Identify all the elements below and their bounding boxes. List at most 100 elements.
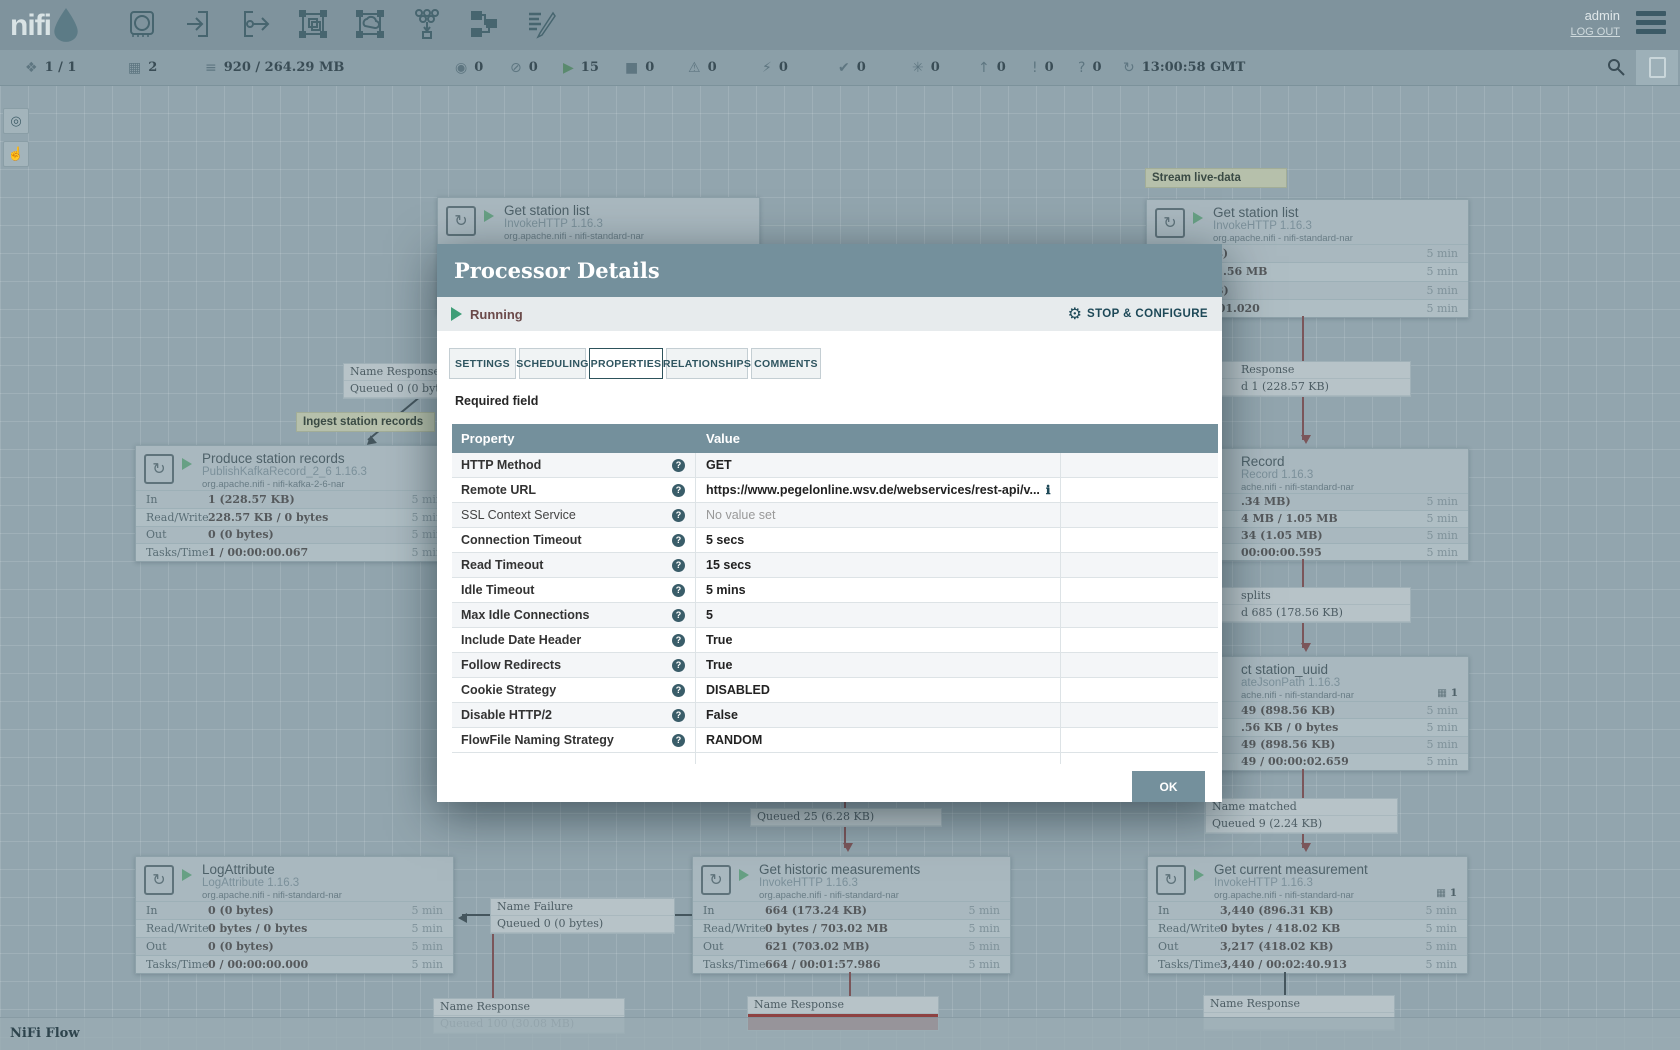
input-port-icon[interactable] [182, 7, 216, 41]
connection-label-splits[interactable]: splits d 685 (178.56 KB) [1208, 587, 1411, 623]
processor-log-attribute[interactable]: ↻ LogAttribute LogAttribute 1.16.3 org.a… [135, 856, 454, 974]
connection-queued: Queued 25 (6.28 KB) [751, 809, 941, 826]
processor-stat-row: .56 KB / 0 bytes5 min [1209, 718, 1468, 735]
property-value: RANDOM [706, 733, 762, 747]
property-value: DISABLED [706, 683, 770, 697]
property-row[interactable]: SSL Context Service ? No value setℹ [452, 503, 1218, 528]
tab-scheduling[interactable]: SCHEDULING [519, 348, 586, 379]
running-indicator-icon [484, 210, 494, 222]
connection-name: Name matched [1206, 799, 1397, 816]
remote-process-group-icon[interactable] [353, 7, 387, 41]
help-icon[interactable]: ? [672, 584, 685, 597]
tab-properties[interactable]: PROPERTIES [589, 348, 663, 379]
processor-details-dialog: Processor Details Running ⚙ STOP & CONFI… [437, 244, 1222, 802]
sync-failure-icon: ? [1078, 60, 1085, 76]
funnel-icon[interactable] [410, 7, 444, 41]
property-name: Connection Timeout [461, 533, 582, 547]
global-menu-icon[interactable] [1636, 11, 1666, 38]
status-item: ▶ 15 [563, 50, 599, 85]
processor-stat-row: 4 MB / 1.05 MB5 min [1209, 510, 1468, 527]
bulletin-panel-icon[interactable] [1636, 50, 1678, 85]
tab-relationships[interactable]: RELATIONSHIPS [666, 348, 748, 379]
processor-get-historic-measurements[interactable]: ↻ Get historic measurements InvokeHTTP 1… [692, 856, 1011, 974]
property-row[interactable]: Disable HTTP/2 ? Falseℹ [452, 703, 1218, 728]
property-row[interactable]: Read Timeout ? 15 secsℹ [452, 553, 1218, 578]
help-icon[interactable]: ? [672, 709, 685, 722]
processor-type-icon: ↻ [1155, 208, 1185, 238]
property-name: Read Timeout [461, 558, 543, 572]
operate-palette-icon[interactable]: ☝ [3, 141, 29, 167]
status-item: ■ 0 [625, 50, 654, 85]
help-icon[interactable]: ? [672, 634, 685, 647]
property-row[interactable]: HTTP Method ? GETℹ [452, 453, 1218, 478]
processor-title: Record [1241, 454, 1285, 469]
processor-record[interactable]: Record Record 1.16.3 ache.nifi - nifi-st… [1208, 448, 1469, 561]
connection-label-matched[interactable]: Name matched Queued 9 (2.24 KB) [1205, 798, 1398, 834]
processor-icon[interactable] [125, 7, 159, 41]
processor-stat-row: 00:00:00.5955 min [1209, 543, 1468, 560]
template-icon[interactable] [467, 7, 501, 41]
disabled-icon: ⚡ [762, 60, 772, 76]
processor-stat-row: Tasks/Time0 / 00:00:00.0005 min [136, 955, 453, 973]
tab-settings[interactable]: SETTINGS [449, 348, 516, 379]
ok-button[interactable]: OK [1132, 771, 1205, 802]
property-name: Idle Timeout [461, 583, 534, 597]
property-name: SSL Context Service [461, 508, 576, 522]
breadcrumb[interactable]: NiFi Flow [10, 1026, 80, 1041]
stop-and-configure-button[interactable]: ⚙ STOP & CONFIGURE [1068, 304, 1208, 324]
up-to-date-icon: ✔ [838, 60, 850, 76]
processor-extract-station-uuid[interactable]: ct station_uuid ateJsonPath 1.16.3 ache.… [1208, 656, 1469, 771]
property-row[interactable]: Remote URL ? https://www.pegelonline.wsv… [452, 478, 1218, 503]
property-row-clipped [452, 753, 1218, 764]
help-icon[interactable]: ? [672, 559, 685, 572]
output-port-icon[interactable] [239, 7, 273, 41]
property-row[interactable]: FlowFile Naming Strategy ? RANDOMℹ [452, 728, 1218, 753]
processor-type: InvokeHTTP 1.16.3 [1213, 220, 1312, 232]
not-transmitting-icon: ⊘ [510, 60, 522, 76]
connection-label-failure[interactable]: Name Failure Queued 0 (0 bytes) [490, 898, 675, 934]
nifi-drop-icon [53, 8, 79, 47]
search-icon[interactable] [1607, 58, 1625, 80]
label-icon[interactable] [524, 7, 558, 41]
connection-label-response-right[interactable]: Response d 1 (228.57 KB) [1208, 361, 1411, 397]
help-icon[interactable]: ? [672, 459, 685, 472]
help-icon[interactable]: ? [672, 734, 685, 747]
status-item: ! 0 [1032, 50, 1054, 85]
connection-label-queued-25[interactable]: Queued 25 (6.28 KB) [750, 808, 942, 827]
help-icon[interactable]: ? [672, 659, 685, 672]
property-value: 5 secs [706, 533, 744, 547]
property-value: True [706, 658, 732, 672]
processor-produce-station-records[interactable]: ↻ Produce station records PublishKafkaRe… [135, 445, 454, 562]
property-row[interactable]: Max Idle Connections ? 5ℹ [452, 603, 1218, 628]
help-icon[interactable]: ? [672, 534, 685, 547]
processor-stat-row: In3,440 (896.31 KB)5 min [1148, 901, 1467, 919]
property-row[interactable]: Idle Timeout ? 5 minsℹ [452, 578, 1218, 603]
tab-comments[interactable]: COMMENTS [751, 348, 821, 379]
property-row[interactable]: Follow Redirects ? Trueℹ [452, 653, 1218, 678]
help-icon[interactable]: ? [672, 484, 685, 497]
dialog-status-row: Running ⚙ STOP & CONFIGURE [437, 297, 1222, 331]
logout-link[interactable]: LOG OUT [1570, 26, 1620, 38]
processor-title: ct station_uuid [1241, 662, 1328, 677]
processor-title: LogAttribute [202, 862, 275, 877]
label-stream-live-data[interactable]: Stream live-data [1145, 168, 1287, 188]
help-icon[interactable]: ? [672, 509, 685, 522]
processor-type: InvokeHTTP 1.16.3 [1214, 877, 1313, 889]
status-item: ✳ 0 [912, 50, 940, 85]
current-user: admin [1570, 8, 1620, 23]
processor-stat-row: Read/Write0 bytes / 703.02 MB5 min [693, 919, 1010, 937]
status-item: ⚠ 0 [688, 50, 717, 85]
status-item: ≡ 920 / 264.29 MB [205, 50, 344, 85]
navigate-palette-icon[interactable]: ◎ [3, 108, 29, 134]
help-icon[interactable]: ? [672, 684, 685, 697]
property-row[interactable]: Connection Timeout ? 5 secsℹ [452, 528, 1218, 553]
label-ingest-station-records[interactable]: Ingest station records [296, 412, 435, 432]
property-row[interactable]: Include Date Header ? Trueℹ [452, 628, 1218, 653]
process-group-icon[interactable] [296, 7, 330, 41]
invalid-icon: ⚠ [688, 60, 701, 76]
processor-get-current-measurement[interactable]: ↻ Get current measurement InvokeHTTP 1.1… [1147, 856, 1468, 974]
help-icon[interactable]: ? [672, 609, 685, 622]
property-row[interactable]: Cookie Strategy ? DISABLEDℹ [452, 678, 1218, 703]
property-name: HTTP Method [461, 458, 541, 472]
nifi-app: nifi admin LOG OU [0, 0, 1680, 1050]
